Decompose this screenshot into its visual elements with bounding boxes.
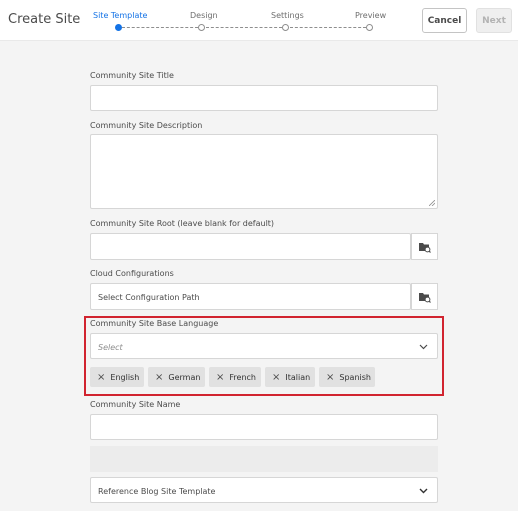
site-root-input[interactable] [90, 233, 411, 260]
cloud-config-value: Select Configuration Path [98, 293, 200, 302]
step-indicator-design [198, 24, 205, 31]
resize-grip-icon[interactable] [429, 200, 435, 206]
chevron-down-icon [419, 488, 428, 494]
cancel-button[interactable]: Cancel [422, 8, 467, 33]
close-icon[interactable]: × [272, 372, 280, 383]
site-title-input[interactable] [90, 85, 438, 111]
step-design[interactable]: Design [190, 11, 218, 20]
wizard-header: Create Site Site Template Design Setting… [0, 0, 518, 41]
language-tag-label: Spanish [339, 372, 371, 382]
language-tag-english: × English [90, 367, 144, 387]
site-template-value: Reference Blog Site Template [98, 487, 216, 496]
chevron-down-icon [419, 344, 428, 350]
close-icon[interactable]: × [326, 372, 334, 383]
site-template-select[interactable]: Reference Blog Site Template [90, 477, 438, 503]
site-root-label: Community Site Root (leave blank for def… [90, 219, 275, 228]
language-tag-label: Italian [285, 372, 311, 382]
page-title: Create Site [8, 12, 81, 27]
step-indicator-settings [282, 24, 289, 31]
base-language-label: Community Site Base Language [90, 319, 219, 328]
language-tag-label: German [168, 372, 201, 382]
language-tag-german: × German [148, 367, 205, 387]
language-tag-french: × French [209, 367, 261, 387]
cloud-config-input[interactable]: Select Configuration Path [90, 283, 411, 310]
step-connector [122, 27, 198, 28]
step-site-template[interactable]: Site Template [93, 11, 147, 20]
site-title-label: Community Site Title [90, 71, 174, 80]
cloud-config-label: Cloud Configurations [90, 269, 174, 278]
site-name-input[interactable] [90, 414, 438, 440]
step-indicator-preview [366, 24, 373, 31]
disabled-field [90, 446, 438, 472]
site-description-label: Community Site Description [90, 121, 203, 130]
step-preview[interactable]: Preview [355, 11, 386, 20]
close-icon[interactable]: × [155, 372, 163, 383]
folder-browse-icon [419, 292, 431, 303]
base-language-placeholder: Select [98, 343, 123, 352]
step-connector [290, 27, 366, 28]
step-connector [206, 27, 282, 28]
close-icon[interactable]: × [216, 372, 224, 383]
language-tag-italian: × Italian [265, 367, 315, 387]
cloud-config-browse-button[interactable] [411, 283, 438, 310]
site-description-textarea[interactable] [90, 134, 438, 209]
site-root-browse-button[interactable] [411, 233, 438, 260]
base-language-select[interactable]: Select [90, 333, 438, 359]
language-tag-label: English [110, 372, 140, 382]
language-tag-label: French [229, 372, 256, 382]
site-name-label: Community Site Name [90, 400, 181, 409]
next-button[interactable]: Next [476, 8, 512, 33]
close-icon[interactable]: × [97, 372, 105, 383]
language-tag-spanish: × Spanish [319, 367, 375, 387]
folder-browse-icon [419, 242, 431, 253]
step-settings[interactable]: Settings [271, 11, 304, 20]
step-indicator-site-template [115, 24, 122, 31]
